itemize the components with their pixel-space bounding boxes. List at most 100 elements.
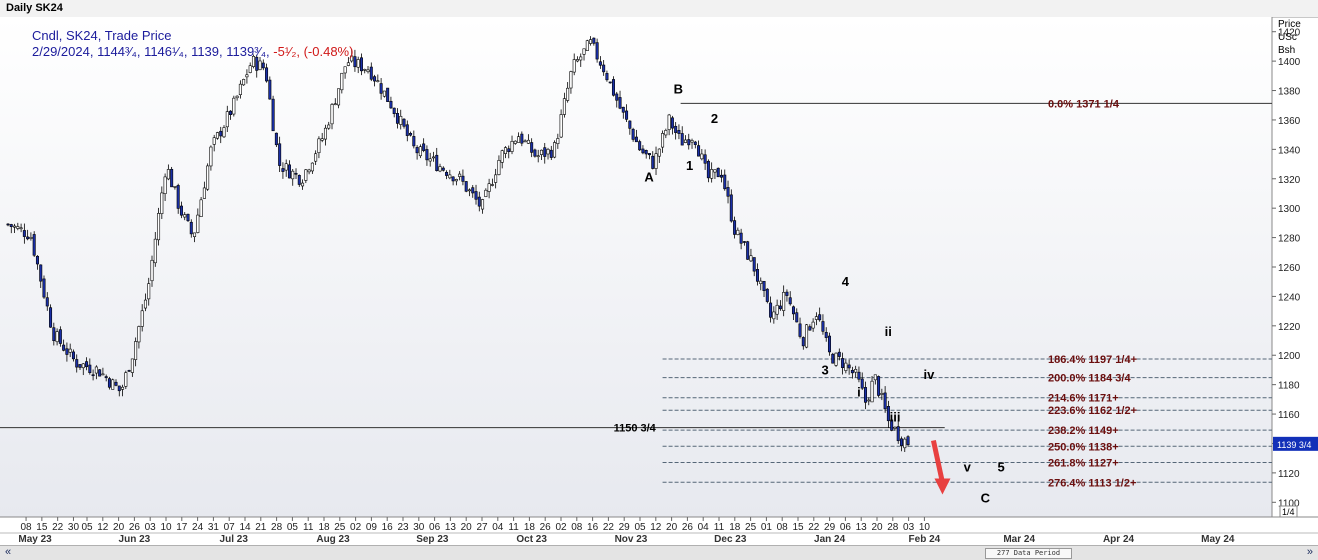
candle-body xyxy=(13,225,17,228)
scroll-thumb[interactable]: 277 Data Period xyxy=(985,548,1072,559)
y-tick-label: 1400 xyxy=(1278,57,1301,68)
candle-body xyxy=(26,236,30,240)
candle-body xyxy=(268,79,272,100)
candle-body xyxy=(323,127,327,140)
candle-body xyxy=(88,364,92,373)
candle-body xyxy=(575,59,579,62)
candle-body xyxy=(713,169,717,173)
candle-body xyxy=(716,167,720,178)
candle-body xyxy=(373,76,377,82)
price-chart[interactable]: PriceUScBsh11001120114011601180120012201… xyxy=(0,17,1318,545)
candle-body xyxy=(199,199,203,217)
candle-body xyxy=(428,158,432,162)
wave-label: 4 xyxy=(842,274,850,289)
candle-body xyxy=(533,149,537,157)
candle-body xyxy=(903,438,907,449)
candle-body xyxy=(549,149,553,158)
candle-body xyxy=(729,194,733,222)
candle-body xyxy=(219,130,223,137)
month-label: May 23 xyxy=(18,534,52,545)
x-tick-label: 05 xyxy=(287,522,299,533)
candle-body xyxy=(55,331,59,343)
y-tick-label: 1240 xyxy=(1278,292,1301,303)
month-label: Jun 23 xyxy=(119,534,151,545)
candle-body xyxy=(166,169,170,180)
candle-body xyxy=(837,351,841,357)
candle-body xyxy=(513,140,517,144)
y-tick-label: 1200 xyxy=(1278,351,1301,362)
candle-body xyxy=(831,353,835,364)
candle-body xyxy=(317,138,321,154)
support-label: 1150 3/4 xyxy=(614,423,657,435)
candle-body xyxy=(867,399,871,402)
candle-body xyxy=(261,62,265,69)
fib-label: 276.4% 1113 1/2+ xyxy=(1048,477,1136,489)
candle-body xyxy=(176,185,180,209)
month-label: Jan 24 xyxy=(814,534,846,545)
scroll-right-button[interactable]: » xyxy=(1307,546,1313,558)
candle-body xyxy=(500,150,504,163)
wave-label: 3 xyxy=(821,362,828,377)
candle-body xyxy=(409,132,413,136)
candle-body xyxy=(451,176,455,182)
candle-body xyxy=(827,335,831,353)
candle-body xyxy=(664,130,668,136)
y-tick-label: 1360 xyxy=(1278,116,1301,127)
candle-body xyxy=(310,162,314,172)
candle-body xyxy=(631,128,635,140)
x-tick-label: 10 xyxy=(919,522,931,533)
candle-body xyxy=(307,169,311,173)
candle-body xyxy=(431,156,435,159)
month-label: Oct 23 xyxy=(516,534,547,545)
candle-body xyxy=(782,291,786,311)
candle-body xyxy=(271,98,275,132)
candle-body xyxy=(569,71,573,89)
candle-body xyxy=(536,155,540,158)
x-tick-label: 18 xyxy=(318,522,330,533)
scroll-left-button[interactable]: « xyxy=(5,546,11,558)
x-tick-label: 20 xyxy=(113,522,125,533)
candle-body xyxy=(245,74,249,78)
candle-body xyxy=(179,205,183,216)
candle-body xyxy=(418,146,422,157)
candle-body xyxy=(638,141,642,151)
candle-body xyxy=(458,173,462,177)
candle-body xyxy=(857,371,861,380)
wave-label: 5 xyxy=(998,459,1005,474)
candle-body xyxy=(834,352,838,366)
y-tick-label: 1180 xyxy=(1278,381,1300,392)
candle-body xyxy=(402,118,406,127)
y-tick-label: 1280 xyxy=(1278,234,1301,245)
scroll-bar[interactable]: « 277 Data Period » xyxy=(0,545,1318,560)
wave-label: C xyxy=(981,490,991,505)
candle-body xyxy=(143,299,147,309)
candle-body xyxy=(62,344,66,351)
candle-body xyxy=(739,232,743,244)
candle-body xyxy=(585,40,589,51)
candle-body xyxy=(854,369,858,373)
x-tick-label: 06 xyxy=(429,522,441,533)
candle-body xyxy=(726,187,730,197)
candle-body xyxy=(330,104,334,125)
x-tick-label: 18 xyxy=(729,522,741,533)
x-tick-label: 17 xyxy=(176,522,188,533)
x-tick-label: 27 xyxy=(476,522,488,533)
candle-body xyxy=(811,321,815,329)
candle-body xyxy=(543,147,547,157)
candle-body xyxy=(896,426,900,442)
last-price-label: 1139 3/4 xyxy=(1277,440,1311,450)
candle-body xyxy=(863,387,867,403)
candle-body xyxy=(546,148,550,155)
candle-body xyxy=(225,111,229,128)
x-tick-label: 30 xyxy=(413,522,425,533)
candle-body xyxy=(755,269,759,282)
candle-body xyxy=(206,165,210,190)
candle-body xyxy=(706,160,710,179)
candle-body xyxy=(422,143,426,151)
y-tick-label: 1120 xyxy=(1278,469,1300,480)
candle-body xyxy=(29,237,33,239)
candle-body xyxy=(343,66,347,74)
month-label: Dec 23 xyxy=(714,534,747,545)
x-tick-label: 11 xyxy=(508,522,519,533)
candle-body xyxy=(877,376,881,396)
